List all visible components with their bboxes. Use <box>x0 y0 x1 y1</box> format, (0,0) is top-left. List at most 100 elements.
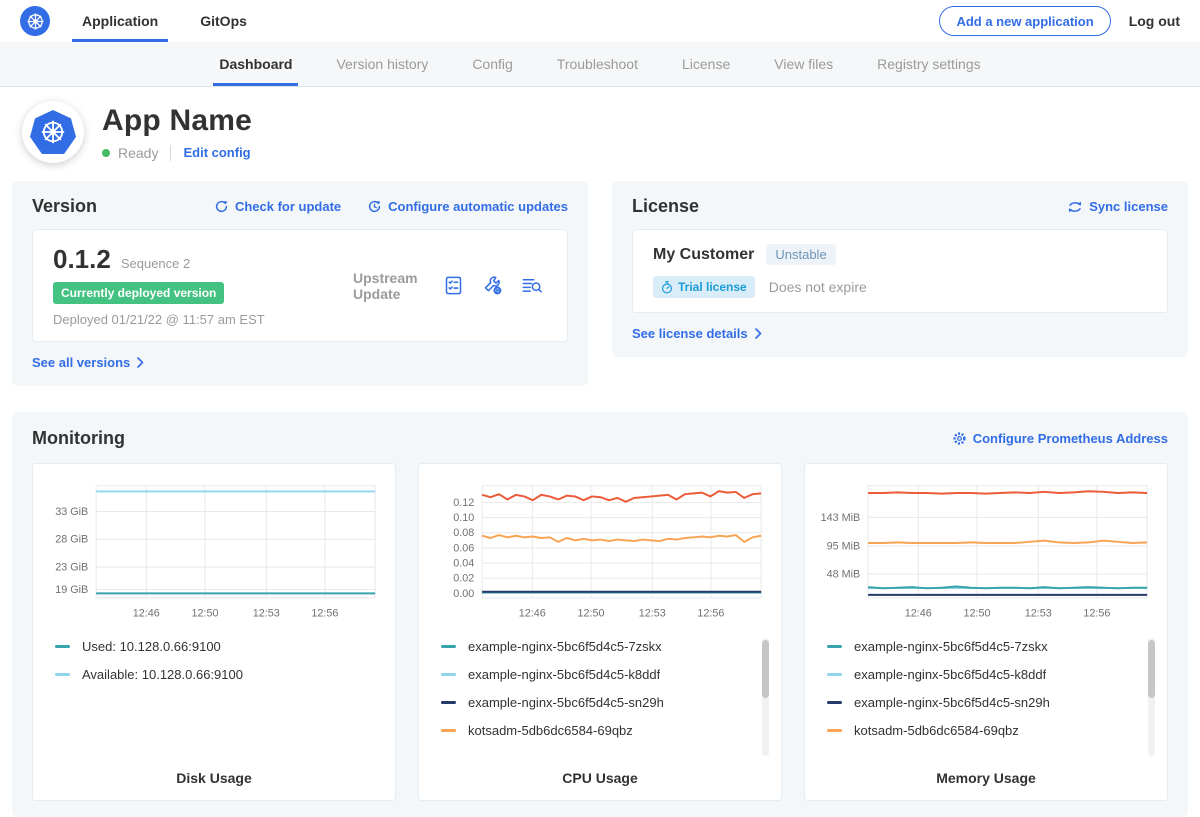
version-sequence: Sequence 2 <box>121 256 190 271</box>
series-color-swatch <box>827 701 842 704</box>
see-all-versions-link[interactable]: See all versions <box>32 355 568 370</box>
legend-item: Available: 10.128.0.66:9100 <box>55 666 365 683</box>
svg-text:12:50: 12:50 <box>191 608 218 620</box>
svg-text:12:46: 12:46 <box>519 608 546 620</box>
divider <box>170 145 171 161</box>
nav-tab-gitops[interactable]: GitOps <box>196 0 251 42</box>
svg-text:12:50: 12:50 <box>963 608 990 620</box>
series-color-swatch <box>827 729 842 732</box>
app-header: App Name Ready Edit config <box>0 87 1200 181</box>
svg-text:33 GiB: 33 GiB <box>55 506 88 518</box>
memory-usage-chart-card: 143 MiB95 MiB48 MiB12:4612:5012:5312:56 … <box>804 463 1168 801</box>
svg-text:143 MiB: 143 MiB <box>821 512 861 524</box>
svg-text:0.10: 0.10 <box>453 512 474 524</box>
stopwatch-icon <box>661 281 673 294</box>
license-card: License Sync license My Customer Unstabl… <box>612 181 1188 357</box>
version-card: Version Check for update Configure autom… <box>12 181 588 386</box>
series-color-swatch <box>441 729 456 732</box>
disk-usage-legend: Used: 10.128.0.66:9100 Available: 10.128.… <box>55 638 365 683</box>
legend-label: example-nginx-5bc6f5d4c5-k8ddf <box>468 667 660 682</box>
svg-text:48 MiB: 48 MiB <box>827 568 861 580</box>
app-kubernetes-icon <box>22 101 84 163</box>
version-number: 0.1.2 <box>53 244 111 275</box>
trial-license-badge: Trial license <box>653 276 755 298</box>
config-wrench-icon[interactable] <box>482 275 503 296</box>
kubernetes-logo-icon <box>20 6 50 36</box>
edit-config-link[interactable]: Edit config <box>183 145 250 160</box>
svg-text:95 MiB: 95 MiB <box>827 540 861 552</box>
svg-text:19 GiB: 19 GiB <box>55 584 88 596</box>
monitoring-title: Monitoring <box>32 428 125 449</box>
tab-troubleshoot[interactable]: Troubleshoot <box>535 42 660 86</box>
currently-deployed-badge: Currently deployed version <box>53 282 224 304</box>
chevron-right-icon <box>137 357 144 368</box>
svg-text:12:53: 12:53 <box>1025 608 1052 620</box>
legend-label: kotsadm-5db6dc6584-69qbz <box>854 723 1019 738</box>
configure-prometheus-link[interactable]: Configure Prometheus Address <box>952 431 1168 446</box>
refresh-icon <box>214 199 229 214</box>
tab-dashboard[interactable]: Dashboard <box>197 42 314 86</box>
legend-item: example-nginx-5bc6f5d4c5-sn29h <box>441 694 751 711</box>
legend-scrollbar[interactable] <box>1148 638 1155 756</box>
sync-license-link[interactable]: Sync license <box>1067 199 1168 214</box>
nav-tab-application[interactable]: Application <box>78 0 162 42</box>
legend-scrollbar[interactable] <box>762 638 769 756</box>
svg-text:0.04: 0.04 <box>453 557 474 569</box>
tab-license[interactable]: License <box>660 42 752 86</box>
legend-label: example-nginx-5bc6f5d4c5-sn29h <box>468 695 664 710</box>
svg-text:0.00: 0.00 <box>453 588 474 600</box>
disk-usage-chart: 33 GiB28 GiB23 GiB19 GiB12:4612:5012:531… <box>45 476 383 630</box>
auto-update-clock-icon <box>367 199 382 214</box>
chart-title: Disk Usage <box>45 770 383 786</box>
tab-version-history[interactable]: Version history <box>314 42 450 86</box>
svg-text:12:56: 12:56 <box>697 608 724 620</box>
svg-text:0.12: 0.12 <box>453 497 474 509</box>
legend-item: kotsadm-5db6dc6584-69qbz <box>441 722 751 739</box>
monitoring-section: Monitoring Configure Prometheus Address … <box>12 412 1188 817</box>
tab-registry-settings[interactable]: Registry settings <box>855 42 1002 86</box>
tab-config[interactable]: Config <box>450 42 534 86</box>
sync-icon <box>1067 200 1083 214</box>
legend-item: example-nginx-5bc6f5d4c5-sn29h <box>827 694 1137 711</box>
license-card-title: License <box>632 196 699 217</box>
svg-text:12:50: 12:50 <box>577 608 604 620</box>
app-name-title: App Name <box>102 104 252 138</box>
deployed-timestamp: Deployed 01/21/22 @ 11:57 am EST <box>53 312 353 327</box>
svg-text:12:56: 12:56 <box>311 608 338 620</box>
cpu-usage-chart-card: 0.120.100.080.060.040.020.0012:4612:5012… <box>418 463 782 801</box>
chevron-right-icon <box>755 328 762 339</box>
series-color-swatch <box>441 673 456 676</box>
legend-label: kotsadm-5db6dc6584-69qbz <box>468 723 633 738</box>
check-for-update-link[interactable]: Check for update <box>214 199 341 214</box>
series-color-swatch <box>441 645 456 648</box>
legend-label: example-nginx-5bc6f5d4c5-k8ddf <box>854 667 1046 682</box>
tab-view-files[interactable]: View files <box>752 42 855 86</box>
legend-label: example-nginx-5bc6f5d4c5-7zskx <box>468 639 662 654</box>
memory-usage-legend: example-nginx-5bc6f5d4c5-7zskx example-ng… <box>827 638 1137 739</box>
series-color-swatch <box>441 701 456 704</box>
customer-name: My Customer <box>653 246 754 264</box>
legend-label: Used: 10.128.0.66:9100 <box>82 639 221 654</box>
channel-badge: Unstable <box>766 244 835 265</box>
svg-text:0.02: 0.02 <box>453 573 474 585</box>
cpu-usage-chart: 0.120.100.080.060.040.020.0012:4612:5012… <box>431 476 769 630</box>
series-color-swatch <box>827 645 842 648</box>
logout-button[interactable]: Log out <box>1129 13 1180 29</box>
status-ready-label: Ready <box>118 145 158 161</box>
add-new-application-button[interactable]: Add a new application <box>939 6 1110 36</box>
version-source-label: Upstream Update <box>353 270 443 302</box>
see-license-details-link[interactable]: See license details <box>632 326 1168 341</box>
cpu-usage-legend: example-nginx-5bc6f5d4c5-7zskx example-ng… <box>441 638 751 739</box>
disk-usage-chart-card: 33 GiB28 GiB23 GiB19 GiB12:4612:5012:531… <box>32 463 396 801</box>
view-files-search-icon[interactable] <box>521 275 543 296</box>
legend-label: Available: 10.128.0.66:9100 <box>82 667 243 682</box>
legend-item: example-nginx-5bc6f5d4c5-7zskx <box>827 638 1137 655</box>
series-color-swatch <box>55 673 70 676</box>
configure-automatic-updates-link[interactable]: Configure automatic updates <box>367 199 568 214</box>
license-expiration: Does not expire <box>769 279 867 295</box>
gear-icon <box>952 431 967 446</box>
version-card-title: Version <box>32 196 97 217</box>
preflight-checks-icon[interactable] <box>443 275 464 296</box>
legend-item: kotsadm-5db6dc6584-69qbz <box>827 722 1137 739</box>
svg-text:12:53: 12:53 <box>639 608 666 620</box>
